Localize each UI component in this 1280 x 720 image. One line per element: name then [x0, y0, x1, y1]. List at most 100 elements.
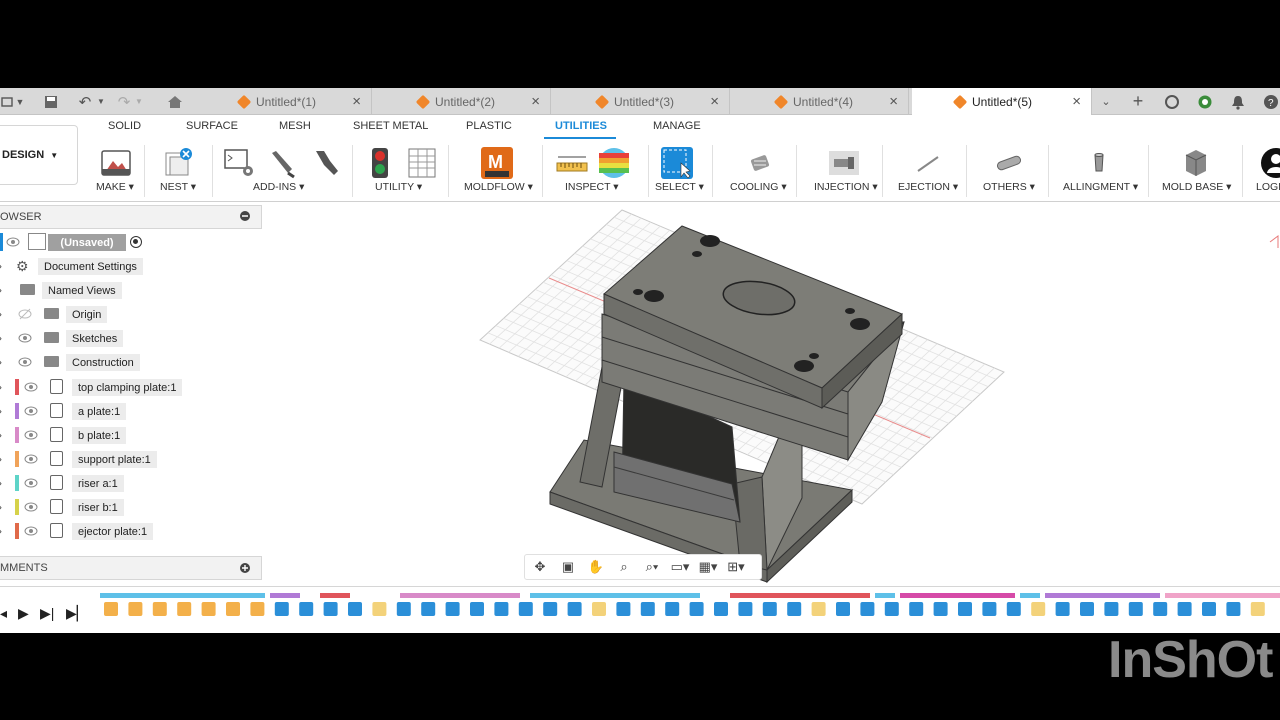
new-tab-plus-icon[interactable]: +: [1127, 91, 1149, 112]
timeline-feature[interactable]: [592, 602, 606, 616]
save-icon[interactable]: [40, 92, 62, 111]
document-tab-5[interactable]: Untitled*(5) ×: [912, 88, 1092, 115]
job-status-icon[interactable]: [1194, 91, 1216, 112]
timeline-feature[interactable]: [396, 602, 411, 616]
comments-panel-header[interactable]: MMENTS: [0, 556, 262, 580]
timeline-feature[interactable]: [348, 602, 362, 616]
close-tab-icon[interactable]: ×: [352, 93, 361, 110]
group-label-allingment[interactable]: ALLINGMENT ▾: [1063, 181, 1138, 193]
timeline-feature[interactable]: [445, 602, 460, 616]
display-settings-icon[interactable]: ▭▾: [669, 558, 691, 576]
timeline-feature[interactable]: [152, 602, 167, 616]
expand-chevron-icon[interactable]: ›: [0, 331, 2, 345]
timeline-feature[interactable]: [689, 602, 704, 616]
timeline-feature[interactable]: [1006, 602, 1021, 616]
expand-chevron-icon[interactable]: ›: [0, 380, 2, 394]
timeline-feature[interactable]: [543, 602, 558, 616]
document-tab-1[interactable]: Untitled*(1) ×: [196, 88, 372, 115]
ribbon-tab-mesh[interactable]: MESH: [279, 120, 311, 132]
timeline-feature[interactable]: [665, 602, 680, 616]
timeline-feature[interactable]: [640, 602, 655, 616]
timeline-feature[interactable]: [1202, 602, 1216, 616]
ribbon-tab-solid[interactable]: SOLID: [108, 120, 141, 132]
redo-icon[interactable]: ↷: [113, 92, 135, 111]
tree-item-top-clamping-plate[interactable]: › top clamping plate:1: [0, 377, 262, 397]
timeline-feature[interactable]: [738, 602, 753, 616]
expand-chevron-icon[interactable]: ›: [0, 476, 2, 490]
timeline-feature[interactable]: [616, 602, 631, 616]
tree-item-support-plate[interactable]: › support plate:1: [0, 449, 262, 469]
timeline-feature[interactable]: [787, 602, 802, 616]
tree-item-sketches[interactable]: › Sketches: [0, 328, 262, 348]
close-tab-icon[interactable]: ×: [710, 93, 719, 110]
timeline-feature[interactable]: [958, 602, 972, 616]
expand-chevron-icon[interactable]: ›: [0, 355, 2, 369]
group-label-cooling[interactable]: COOLING ▾: [730, 181, 787, 193]
nest-icon[interactable]: [162, 147, 194, 179]
visibility-eye-icon[interactable]: [18, 332, 32, 344]
fit-zoom-icon[interactable]: ⌕▾: [641, 558, 663, 576]
inspect-zebra-icon[interactable]: [598, 147, 630, 179]
root-label[interactable]: (Unsaved): [48, 234, 126, 251]
grid-settings-icon[interactable]: ▦▾: [697, 558, 719, 576]
step-forward-icon[interactable]: ▶|: [40, 605, 54, 622]
visibility-eye-icon[interactable]: [18, 356, 32, 368]
timeline-feature[interactable]: [274, 602, 289, 616]
timeline-feature[interactable]: [933, 602, 948, 616]
canvas-viewport[interactable]: [262, 202, 1280, 587]
moldflow-adv-icon[interactable]: M: [481, 147, 513, 179]
tree-root[interactable]: (Unsaved): [0, 232, 262, 252]
document-tab-4[interactable]: Untitled*(4) ×: [733, 88, 909, 115]
visibility-eye-icon[interactable]: [24, 501, 38, 513]
group-label-select[interactable]: SELECT ▾: [655, 181, 704, 193]
undo-icon[interactable]: ↶: [74, 92, 96, 111]
close-tab-icon[interactable]: ×: [531, 93, 540, 110]
make-3d-print-icon[interactable]: [100, 147, 132, 179]
expand-chevron-icon[interactable]: ›: [0, 452, 2, 466]
timeline-feature[interactable]: [567, 602, 582, 616]
group-label-utility[interactable]: UTILITY ▾: [375, 181, 422, 193]
timeline-feature[interactable]: [128, 602, 143, 616]
timeline-feature[interactable]: [714, 602, 728, 616]
timeline-feature[interactable]: [470, 602, 484, 616]
orbit-icon[interactable]: ✥: [529, 558, 551, 576]
timeline-feature[interactable]: [372, 602, 387, 616]
inspect-measure-icon[interactable]: [556, 147, 588, 179]
timeline-feature[interactable]: [201, 602, 216, 616]
zoom-icon[interactable]: ⌕: [613, 558, 635, 576]
viewports-icon[interactable]: ⊞▾: [725, 558, 747, 576]
extensions-icon[interactable]: [1161, 91, 1183, 112]
group-label-nest[interactable]: NEST ▾: [160, 181, 196, 193]
tree-item-ejector-plate[interactable]: › ejector plate:1: [0, 521, 262, 541]
view-cube-hint[interactable]: [1269, 235, 1279, 248]
timeline-feature[interactable]: [299, 602, 314, 616]
timeline-feature[interactable]: [177, 602, 192, 616]
home-icon[interactable]: [164, 92, 186, 111]
timeline-feature[interactable]: [1080, 602, 1094, 616]
timeline-feature[interactable]: [836, 602, 850, 616]
timeline-feature[interactable]: [226, 602, 240, 616]
tree-item-riser-b[interactable]: › riser b:1: [0, 497, 262, 517]
tree-item-a-plate[interactable]: › a plate:1: [0, 401, 262, 421]
add-ins-screwdriver-icon[interactable]: [266, 147, 298, 179]
timeline-feature[interactable]: [104, 602, 118, 616]
tree-item-named-views[interactable]: › Named Views: [0, 280, 262, 300]
ribbon-tab-manage[interactable]: MANAGE: [653, 120, 701, 132]
go-to-end-icon[interactable]: ▶▏: [66, 605, 88, 622]
workspace-switcher[interactable]: DESIGN ▼: [0, 125, 78, 185]
timeline-feature[interactable]: [1153, 602, 1168, 616]
timeline-feature[interactable]: [1031, 602, 1046, 616]
close-tab-icon[interactable]: ×: [889, 93, 898, 110]
ribbon-tab-plastic[interactable]: PLASTIC: [466, 120, 512, 132]
tree-item-b-plate[interactable]: › b plate:1: [0, 425, 262, 445]
expand-chevron-icon[interactable]: ›: [0, 283, 2, 297]
login-user-icon[interactable]: [1258, 147, 1280, 179]
cooling-icon[interactable]: [744, 147, 776, 179]
group-label-add-ins[interactable]: ADD-INS ▾: [253, 181, 304, 193]
injection-icon[interactable]: [828, 147, 860, 179]
notifications-bell-icon[interactable]: [1227, 91, 1249, 112]
ribbon-tab-surface[interactable]: SURFACE: [186, 120, 238, 132]
group-label-make[interactable]: MAKE ▾: [96, 181, 134, 193]
document-tab-3[interactable]: Untitled*(3) ×: [554, 88, 730, 115]
utility-spreadsheet-icon[interactable]: [406, 147, 438, 179]
